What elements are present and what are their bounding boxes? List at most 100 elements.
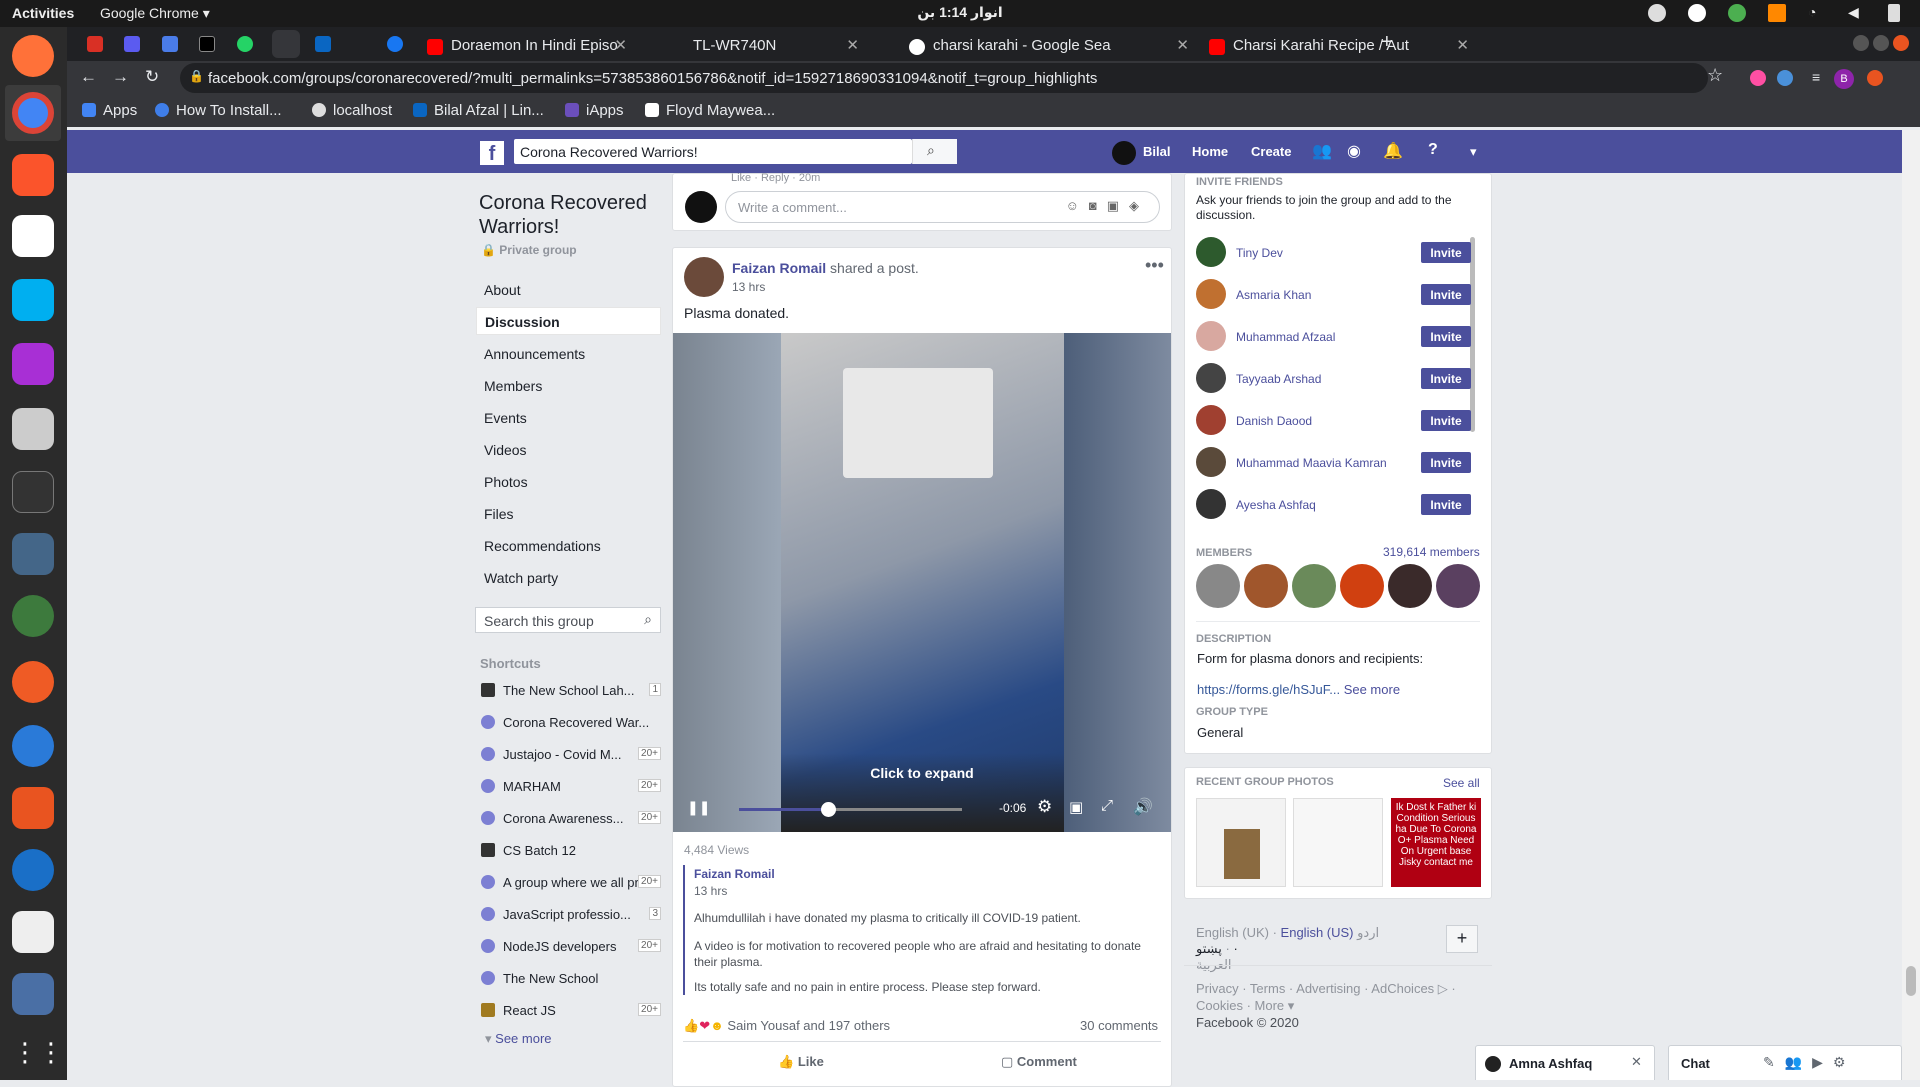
scrollbar-thumb[interactable] xyxy=(1906,966,1916,996)
comment-actions[interactable]: Like · Reply · 20m xyxy=(731,172,820,184)
bookmark-item[interactable]: iApps xyxy=(565,102,624,119)
see-all-link[interactable]: See all xyxy=(1443,776,1480,790)
friend-name[interactable]: Ayesha Ashfaq xyxy=(1236,498,1316,512)
shortcut-item[interactable]: MARHAM 20+ xyxy=(481,779,661,794)
nav-announcements[interactable]: Announcements xyxy=(484,346,585,362)
software-center-icon[interactable] xyxy=(12,787,54,829)
friend-name[interactable]: Danish Daood xyxy=(1236,414,1312,428)
bookmark-apps[interactable]: Apps xyxy=(82,102,137,119)
nav-about[interactable]: About xyxy=(484,282,521,298)
nav-discussion[interactable]: Discussion xyxy=(476,307,661,335)
phpstorm-icon[interactable] xyxy=(12,343,54,385)
terminal-icon[interactable] xyxy=(12,471,54,513)
click-to-expand-label[interactable]: Click to expand xyxy=(673,765,1171,781)
avatar[interactable] xyxy=(1196,564,1240,608)
chat-sidebar-tab[interactable]: Chat ✎👥▶⚙ xyxy=(1668,1045,1902,1080)
shortcut-item[interactable]: Corona Recovered War... xyxy=(481,715,661,730)
profile-link[interactable]: Bilal xyxy=(1143,144,1170,159)
lang-uk[interactable]: English (UK) · xyxy=(1196,925,1277,940)
settings-gear-icon[interactable]: ⚙ xyxy=(1037,797,1052,817)
invite-button[interactable]: Invite xyxy=(1421,326,1471,347)
tab-recipe[interactable]: Charsi Karahi Recipe / Aut ✕ xyxy=(1197,31,1477,61)
avatar[interactable] xyxy=(684,257,724,297)
avatar[interactable] xyxy=(1244,564,1288,608)
footer-links[interactable]: Privacy · Terms · Advertising · AdChoice… xyxy=(1196,981,1456,997)
avatar[interactable] xyxy=(1196,405,1226,435)
gmail-tab-icon[interactable] xyxy=(87,36,103,52)
close-icon[interactable]: ✕ xyxy=(1176,36,1189,54)
pip-icon[interactable]: ▣ xyxy=(1069,798,1083,816)
shared-post[interactable]: Faizan Romail 13 hrs Alhumdullilah i hav… xyxy=(683,865,1163,995)
address-bar[interactable]: 🔒 facebook.com/groups/coronarecovered/?mu… xyxy=(180,63,1708,93)
search-icon[interactable]: ⌕ xyxy=(912,139,957,164)
progress-track[interactable] xyxy=(739,802,962,817)
shortcut-item[interactable]: A group where we all pr... 20+ xyxy=(481,875,661,890)
media-control-icon[interactable]: ≡ xyxy=(1812,69,1820,85)
members-count-link[interactable]: 319,614 members xyxy=(1383,545,1480,559)
tab-router[interactable]: TL-WR740N ✕ xyxy=(657,31,867,61)
app-grid-icon[interactable]: ⋮⋮ xyxy=(12,1037,64,1079)
group-title[interactable]: Corona Recovered Warriors! xyxy=(479,191,647,239)
status-icon[interactable] xyxy=(1648,4,1666,22)
rhythmbox-icon[interactable] xyxy=(12,911,54,953)
mysql-workbench-icon[interactable] xyxy=(12,533,54,575)
clock[interactable]: انوار 1:14 بن xyxy=(0,4,1920,21)
files-icon[interactable] xyxy=(12,408,54,450)
vlc-icon[interactable] xyxy=(1768,4,1786,22)
group-photo[interactable]: Ik Dost k Father ki Condition Serious ha… xyxy=(1391,798,1481,887)
facebook-logo-icon[interactable]: f xyxy=(480,141,504,165)
postman-icon[interactable] xyxy=(12,661,54,703)
group-photo[interactable] xyxy=(1196,798,1286,887)
account-menu-icon[interactable]: ▾ xyxy=(1470,144,1477,160)
page-scrollbar[interactable] xyxy=(1902,130,1920,1080)
notifications-icon[interactable]: 🔔 xyxy=(1383,141,1403,161)
invite-button[interactable]: Invite xyxy=(1421,242,1471,263)
shared-time[interactable]: 13 hrs xyxy=(694,884,1163,898)
update-icon[interactable] xyxy=(1867,70,1883,86)
close-icon[interactable]: ✕ xyxy=(614,36,627,54)
shortcut-item[interactable]: NodeJS developers 20+ xyxy=(481,939,661,954)
see-more-link[interactable]: See more xyxy=(1344,682,1400,697)
home-link[interactable]: Home xyxy=(1192,144,1228,159)
invite-button[interactable]: Invite xyxy=(1421,284,1471,305)
tab-google-search[interactable]: charsi karahi - Google Sea ✕ xyxy=(897,31,1197,61)
shortcut-item[interactable]: CS Batch 12 xyxy=(481,843,661,858)
messenger-icon[interactable]: ◉ xyxy=(1347,141,1361,161)
emoji-camera-gif-sticker-icons[interactable]: ☺◙▣◈ xyxy=(1066,198,1149,214)
form-link[interactable]: https://forms.gle/hSJuF... xyxy=(1197,682,1340,697)
nav-watch-party[interactable]: Watch party xyxy=(484,570,558,586)
comments-count[interactable]: 30 comments xyxy=(1080,1018,1158,1033)
nav-photos[interactable]: Photos xyxy=(484,474,528,490)
invite-button[interactable]: Invite xyxy=(1421,452,1471,473)
bookmark-item[interactable]: How To Install... xyxy=(155,102,282,119)
maximize-button[interactable] xyxy=(1873,35,1889,51)
close-icon[interactable]: ✕ xyxy=(846,36,859,54)
shared-author[interactable]: Faizan Romail xyxy=(694,867,1163,881)
see-more-shortcuts[interactable]: ▾ See more xyxy=(485,1031,552,1047)
create-link[interactable]: Create xyxy=(1251,144,1291,159)
avatar[interactable] xyxy=(1196,363,1226,393)
reactions-summary[interactable]: 👍❤☻ Saim Yousaf and 197 others xyxy=(683,1018,890,1034)
like-button[interactable]: 👍 Like xyxy=(778,1054,824,1070)
friend-requests-icon[interactable]: 👥 xyxy=(1312,141,1332,161)
linkedin-tab-icon[interactable] xyxy=(315,36,331,52)
pinned-tab-icon[interactable] xyxy=(162,36,178,52)
avatar[interactable] xyxy=(1340,564,1384,608)
minimize-button[interactable] xyxy=(1853,35,1869,51)
tab-doraemon[interactable]: Doraemon In Hindi Episo ✕ xyxy=(415,31,635,61)
brave-icon[interactable] xyxy=(12,154,54,196)
more-options-icon[interactable]: ••• xyxy=(1145,255,1164,276)
facebook-tab-icon[interactable] xyxy=(387,36,403,52)
forward-icon[interactable]: → xyxy=(112,67,129,87)
close-icon[interactable]: ✕ xyxy=(1456,36,1469,54)
avatar[interactable] xyxy=(1196,237,1226,267)
group-photo[interactable] xyxy=(1293,798,1383,887)
fullscreen-icon[interactable]: ⤢ xyxy=(1101,797,1113,814)
battery-icon[interactable] xyxy=(1888,4,1900,22)
profile-avatar[interactable]: B xyxy=(1834,69,1854,89)
friend-name[interactable]: Tiny Dev xyxy=(1236,246,1283,260)
dev-tab-icon[interactable] xyxy=(199,36,215,52)
firefox-icon[interactable] xyxy=(12,35,54,77)
close-icon[interactable]: ✕ xyxy=(1631,1054,1642,1070)
avatar[interactable] xyxy=(1196,279,1226,309)
